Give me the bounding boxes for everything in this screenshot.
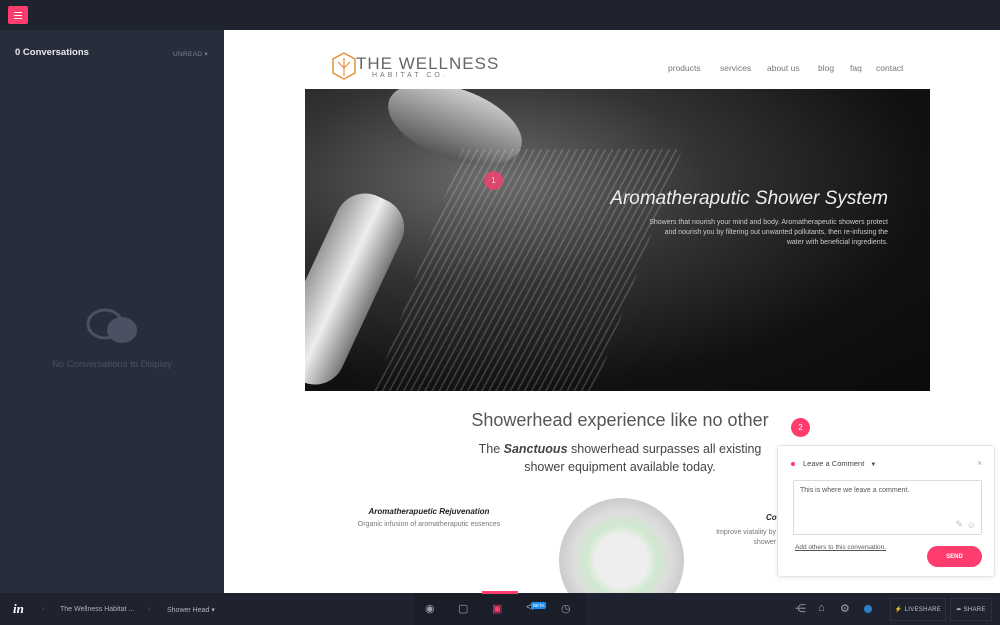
logo-text: THE WELLNESS <box>356 54 500 73</box>
chevron-down-icon: ▾ <box>204 51 208 58</box>
close-icon[interactable]: × <box>977 458 982 468</box>
beta-badge: BETA <box>531 602 547 609</box>
nav-services[interactable]: services <box>720 63 751 73</box>
invision-logo-icon[interactable]: in <box>13 601 24 617</box>
share-icon: ➦ <box>956 607 962 613</box>
breadcrumb-separator-icon: › <box>148 606 151 613</box>
comment-type-dropdown[interactable]: Leave a Comment ▼ <box>803 459 876 468</box>
feature-title: Co <box>766 513 777 522</box>
empty-message: No Conversations to Display <box>52 359 172 370</box>
build-mode-icon[interactable]: ▢ <box>458 602 468 615</box>
menu-icon[interactable] <box>8 6 28 24</box>
nav-products[interactable]: products <box>668 63 701 73</box>
nav-faq[interactable]: faq <box>850 63 862 73</box>
chat-bubbles-icon <box>86 308 137 343</box>
unread-filter[interactable]: UNREAD ▾ <box>173 50 208 58</box>
status-dot <box>791 462 795 466</box>
comment-pin-2[interactable]: 2 <box>791 418 810 437</box>
history-mode-icon[interactable]: ◷ <box>561 602 571 615</box>
gear-icon[interactable]: ⚙ <box>840 602 850 615</box>
breadcrumb-separator-icon: › <box>42 606 45 613</box>
comment-input[interactable]: This is where we leave a comment. ✎ ☺ <box>793 480 982 535</box>
chevron-down-icon: ▼ <box>870 462 877 468</box>
logo-subtext: HABITAT CO. <box>372 72 448 79</box>
active-mode-indicator <box>482 591 518 594</box>
breadcrumb-screen[interactable]: Shower Head ▾ <box>167 606 215 614</box>
feature-title: Aromatherapuetic Rejuvenation <box>368 507 490 516</box>
preview-mode-icon[interactable]: ◉ <box>425 602 435 615</box>
pencil-icon[interactable]: ✎ <box>955 519 963 530</box>
nav-about[interactable]: about us <box>767 63 800 73</box>
comment-mode-icon[interactable]: ▣ <box>492 602 502 615</box>
share-nodes-icon[interactable]: ⋲ <box>795 602 806 615</box>
comment-pin-1[interactable]: 1 <box>484 171 503 190</box>
feature-text: Improve viatality by shower <box>716 529 776 546</box>
nav-blog[interactable]: blog <box>818 63 834 73</box>
hero-image: Aromatheraputic Shower System Showers th… <box>305 89 930 391</box>
showerhead-product-image <box>559 498 684 593</box>
chevron-down-icon: ▾ <box>211 607 215 614</box>
hero-text: Showers that nourish your mind and body.… <box>649 219 888 246</box>
add-others-link[interactable]: Add others to this conversation. <box>795 544 886 551</box>
hero-title: Aromatheraputic Shower System <box>610 188 888 209</box>
nav-contact[interactable]: contact <box>876 63 903 73</box>
emoji-icon[interactable]: ☺ <box>967 520 976 530</box>
conversations-title: 0 Conversations <box>15 47 89 58</box>
bolt-icon: ⚡ <box>894 607 903 613</box>
conversations-sidebar: 0 Conversations UNREAD ▾ No Conversation… <box>0 30 224 593</box>
feature-text: Organic infusion of aromatheraputic esse… <box>357 521 501 528</box>
section-title: Showerhead experience like no other <box>471 410 769 430</box>
comment-text: This is where we leave a comment. <box>800 487 910 494</box>
send-button[interactable]: SEND <box>927 546 982 567</box>
share-button[interactable]: ➦ SHARE <box>950 598 992 621</box>
top-bar <box>0 0 1000 30</box>
comment-panel: Leave a Comment ▼ × This is where we lea… <box>777 445 995 577</box>
home-icon[interactable]: ⌂ <box>818 602 825 614</box>
logo-icon <box>332 52 356 80</box>
liveshare-button[interactable]: ⚡ LIVESHARE <box>890 598 946 621</box>
filter-label: UNREAD <box>173 51 203 58</box>
avatar[interactable] <box>864 605 872 613</box>
breadcrumb-project[interactable]: The Wellness Habitat ... <box>60 606 134 613</box>
